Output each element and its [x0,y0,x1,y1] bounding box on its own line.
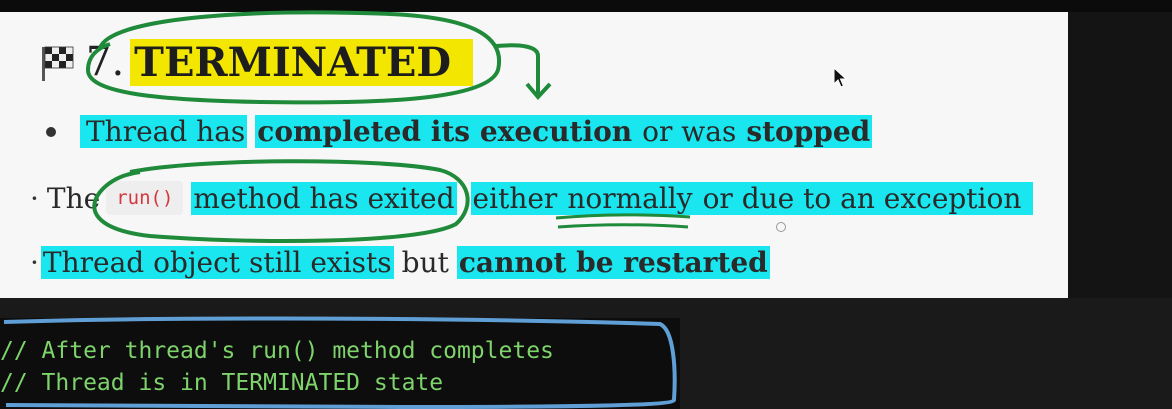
bullet-mark: · [30,246,39,279]
small-circle-icon [776,222,786,232]
bullet-2-the: The [46,181,101,215]
bullet-mark: · [30,181,39,215]
code-panel: // After thread's run() method completes… [0,318,680,409]
bullet-3-text-2: but [401,246,449,279]
bullet-1: Thread has completed its execution or wa… [46,115,873,148]
section-heading: 7. TERMINATED [38,36,474,88]
bullet-2-text-2: either [470,181,560,215]
code-comment-line-2: // Thread is in TERMINATED state [0,370,444,396]
bullet-1-text-2: completed its execution [255,115,635,148]
bullet-3-text-3: cannot be restarted [456,246,770,279]
heading-number: 7. [86,39,125,85]
code-comment-line-1: // After thread's run() method completes [0,338,554,364]
bullet-3: · Thread object still exists but cannot … [30,246,770,279]
bullet-1-text-4: stopped [738,115,873,148]
bullet-2-text-1: method has exited [191,181,457,215]
bullet-dot [46,126,56,137]
side-panel [1068,12,1172,298]
bullet-2-text-3: normally [559,181,695,215]
bullet-1-text-3: or was [634,115,739,148]
inline-code: run() [106,181,184,215]
bullet-3-text-1: Thread object still exists [40,246,394,279]
bullet-1-text-1: Thread has [80,115,248,148]
top-bar [0,0,1172,12]
heading-title: TERMINATED [130,38,474,86]
mouse-cursor-icon [833,67,847,88]
bullet-2: · The run() method has exited either nor… [30,181,1034,215]
bullet-2-text-4: or due to an exception [694,181,1034,215]
checkered-flag-icon [42,46,74,81]
